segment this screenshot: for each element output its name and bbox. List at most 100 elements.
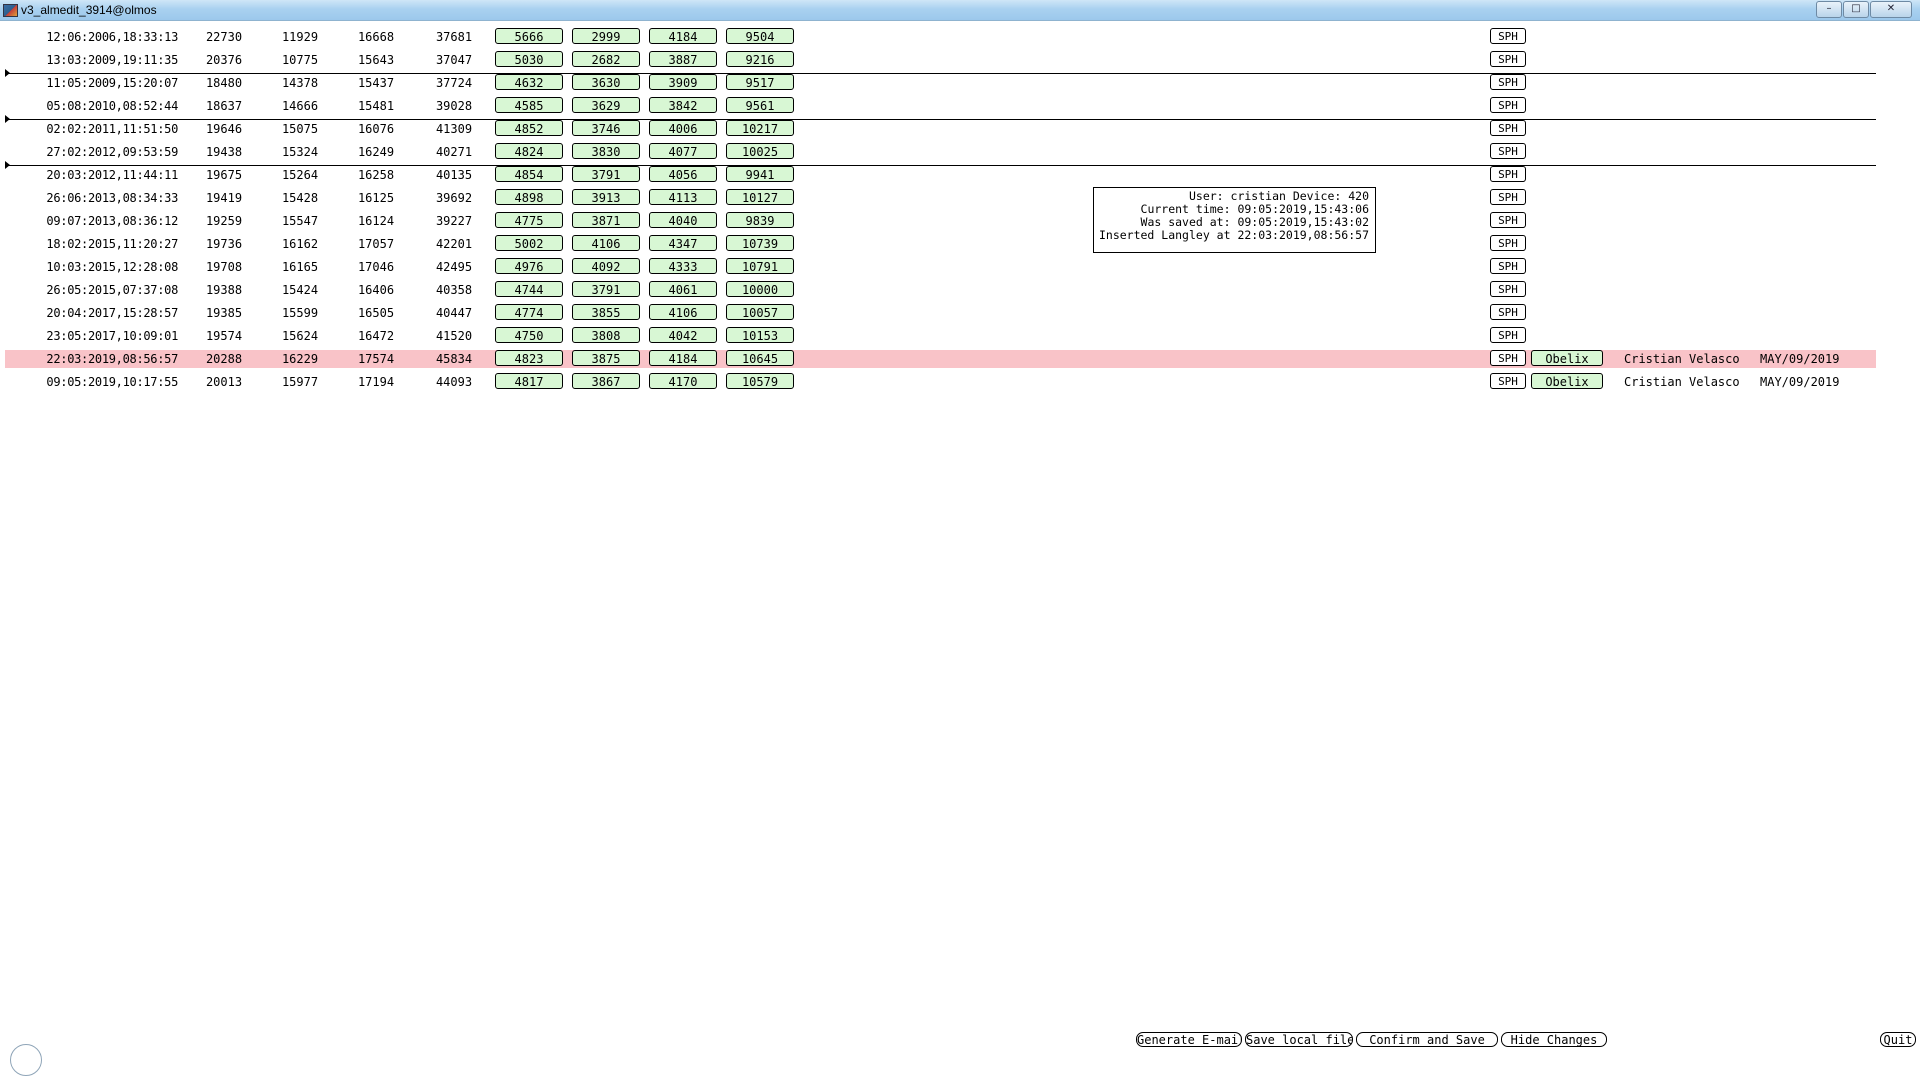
value-button-3[interactable]: 4040 (649, 212, 717, 228)
value-button-1[interactable]: 4585 (495, 97, 563, 113)
value-button-3[interactable]: 4184 (649, 28, 717, 44)
sph-button[interactable]: SPH (1490, 189, 1526, 205)
table-row[interactable]: 27:02:2012,09:53:59 19438 15324 16249 40271 4… (0, 140, 1920, 163)
value-button-4[interactable]: 10057 (726, 304, 794, 320)
table-row[interactable]: 22:03:2019,08:56:57 20288 16229 17574 45834 4… (0, 347, 1920, 370)
value-button-4[interactable]: 9216 (726, 51, 794, 67)
save-local-file-button[interactable]: Save local file (1245, 1032, 1353, 1047)
value-button-4[interactable]: 10739 (726, 235, 794, 251)
value-button-2[interactable]: 2999 (572, 28, 640, 44)
table-row[interactable]: 10:03:2015,12:28:08 19708 16165 17046 42495 4… (0, 255, 1920, 278)
value-button-3[interactable]: 4061 (649, 281, 717, 297)
value-button-1[interactable]: 4852 (495, 120, 563, 136)
value-button-2[interactable]: 4092 (572, 258, 640, 274)
value-button-4[interactable]: 9517 (726, 74, 794, 90)
value-button-2[interactable]: 3871 (572, 212, 640, 228)
value-button-3[interactable]: 4042 (649, 327, 717, 343)
value-button-1[interactable]: 5030 (495, 51, 563, 67)
table-row[interactable]: 23:05:2017,10:09:01 19574 15624 16472 41520 4… (0, 324, 1920, 347)
value-button-2[interactable]: 3630 (572, 74, 640, 90)
value-button-1[interactable]: 4817 (495, 373, 563, 389)
value-button-4[interactable]: 10217 (726, 120, 794, 136)
window-titlebar[interactable]: v3_almedit_3914@olmos – □ ✕ (0, 0, 1920, 21)
value-button-3[interactable]: 4006 (649, 120, 717, 136)
value-button-1[interactable]: 4774 (495, 304, 563, 320)
table-row[interactable]: 09:07:2013,08:36:12 19259 15547 16124 39227 4… (0, 209, 1920, 232)
value-button-3[interactable]: 4170 (649, 373, 717, 389)
value-button-1[interactable]: 5002 (495, 235, 563, 251)
value-button-1[interactable]: 4976 (495, 258, 563, 274)
value-button-1[interactable]: 4744 (495, 281, 563, 297)
value-button-2[interactable]: 3913 (572, 189, 640, 205)
maximize-button[interactable]: □ (1843, 1, 1869, 18)
device-button[interactable]: Obelix (1531, 350, 1603, 366)
sph-button[interactable]: SPH (1490, 350, 1526, 366)
value-button-2[interactable]: 3746 (572, 120, 640, 136)
start-orb-icon[interactable] (10, 1044, 42, 1076)
table-row[interactable]: 05:08:2010,08:52:44 18637 14666 15481 39028 4… (0, 94, 1920, 117)
value-button-4[interactable]: 10579 (726, 373, 794, 389)
sph-button[interactable]: SPH (1490, 166, 1526, 182)
value-button-2[interactable]: 2682 (572, 51, 640, 67)
value-button-4[interactable]: 10645 (726, 350, 794, 366)
value-button-2[interactable]: 3808 (572, 327, 640, 343)
value-button-1[interactable]: 4775 (495, 212, 563, 228)
table-row[interactable]: 26:06:2013,08:34:33 19419 15428 16125 39692 4… (0, 186, 1920, 209)
sph-button[interactable]: SPH (1490, 51, 1526, 67)
value-button-1[interactable]: 5666 (495, 28, 563, 44)
value-button-1[interactable]: 4854 (495, 166, 563, 182)
value-button-4[interactable]: 10153 (726, 327, 794, 343)
sph-button[interactable]: SPH (1490, 304, 1526, 320)
sph-button[interactable]: SPH (1490, 258, 1526, 274)
value-button-2[interactable]: 3791 (572, 281, 640, 297)
value-button-4[interactable]: 10791 (726, 258, 794, 274)
sph-button[interactable]: SPH (1490, 120, 1526, 136)
confirm-and-save-button[interactable]: Confirm and Save (1356, 1032, 1498, 1047)
minimize-button[interactable]: – (1816, 1, 1842, 18)
device-button[interactable]: Obelix (1531, 373, 1603, 389)
value-button-3[interactable]: 3909 (649, 74, 717, 90)
value-button-3[interactable]: 3887 (649, 51, 717, 67)
table-row[interactable]: 20:03:2012,11:44:11 19675 15264 16258 40135 4… (0, 163, 1920, 186)
value-button-2[interactable]: 3830 (572, 143, 640, 159)
sph-button[interactable]: SPH (1490, 235, 1526, 251)
value-button-4[interactable]: 9839 (726, 212, 794, 228)
row-marker-icon[interactable] (5, 161, 10, 169)
value-button-3[interactable]: 4056 (649, 166, 717, 182)
value-button-4[interactable]: 9561 (726, 97, 794, 113)
table-row[interactable]: 18:02:2015,11:20:27 19736 16162 17057 42201 5… (0, 232, 1920, 255)
value-button-3[interactable]: 4113 (649, 189, 717, 205)
value-button-1[interactable]: 4824 (495, 143, 563, 159)
value-button-1[interactable]: 4632 (495, 74, 563, 90)
sph-button[interactable]: SPH (1490, 373, 1526, 389)
value-button-2[interactable]: 3875 (572, 350, 640, 366)
table-row[interactable]: 12:06:2006,18:33:13 22730 11929 16668 37681 5… (0, 25, 1920, 48)
sph-button[interactable]: SPH (1490, 143, 1526, 159)
value-button-4[interactable]: 9941 (726, 166, 794, 182)
value-button-3[interactable]: 3842 (649, 97, 717, 113)
table-row[interactable]: 13:03:2009,19:11:35 20376 10775 15643 37047 5… (0, 48, 1920, 71)
value-button-3[interactable]: 4077 (649, 143, 717, 159)
value-button-4[interactable]: 10127 (726, 189, 794, 205)
table-row[interactable]: 20:04:2017,15:28:57 19385 15599 16505 40447 4… (0, 301, 1920, 324)
row-marker-icon[interactable] (5, 115, 10, 123)
value-button-3[interactable]: 4333 (649, 258, 717, 274)
hide-changes-button[interactable]: Hide Changes (1501, 1032, 1607, 1047)
table-row[interactable]: 09:05:2019,10:17:55 20013 15977 17194 44093 4… (0, 370, 1920, 393)
value-button-4[interactable]: 9504 (726, 28, 794, 44)
value-button-2[interactable]: 3791 (572, 166, 640, 182)
sph-button[interactable]: SPH (1490, 74, 1526, 90)
value-button-2[interactable]: 3867 (572, 373, 640, 389)
value-button-4[interactable]: 10025 (726, 143, 794, 159)
close-button[interactable]: ✕ (1870, 1, 1912, 18)
table-row[interactable]: 02:02:2011,11:51:50 19646 15075 16076 41309 4… (0, 117, 1920, 140)
value-button-3[interactable]: 4184 (649, 350, 717, 366)
sph-button[interactable]: SPH (1490, 28, 1526, 44)
value-button-1[interactable]: 4898 (495, 189, 563, 205)
sph-button[interactable]: SPH (1490, 327, 1526, 343)
value-button-2[interactable]: 3855 (572, 304, 640, 320)
table-row[interactable]: 11:05:2009,15:20:07 18480 14378 15437 37724 4… (0, 71, 1920, 94)
quit-button[interactable]: Quit (1880, 1032, 1916, 1047)
generate-email-button[interactable]: Generate E-mail (1136, 1032, 1242, 1047)
sph-button[interactable]: SPH (1490, 97, 1526, 113)
